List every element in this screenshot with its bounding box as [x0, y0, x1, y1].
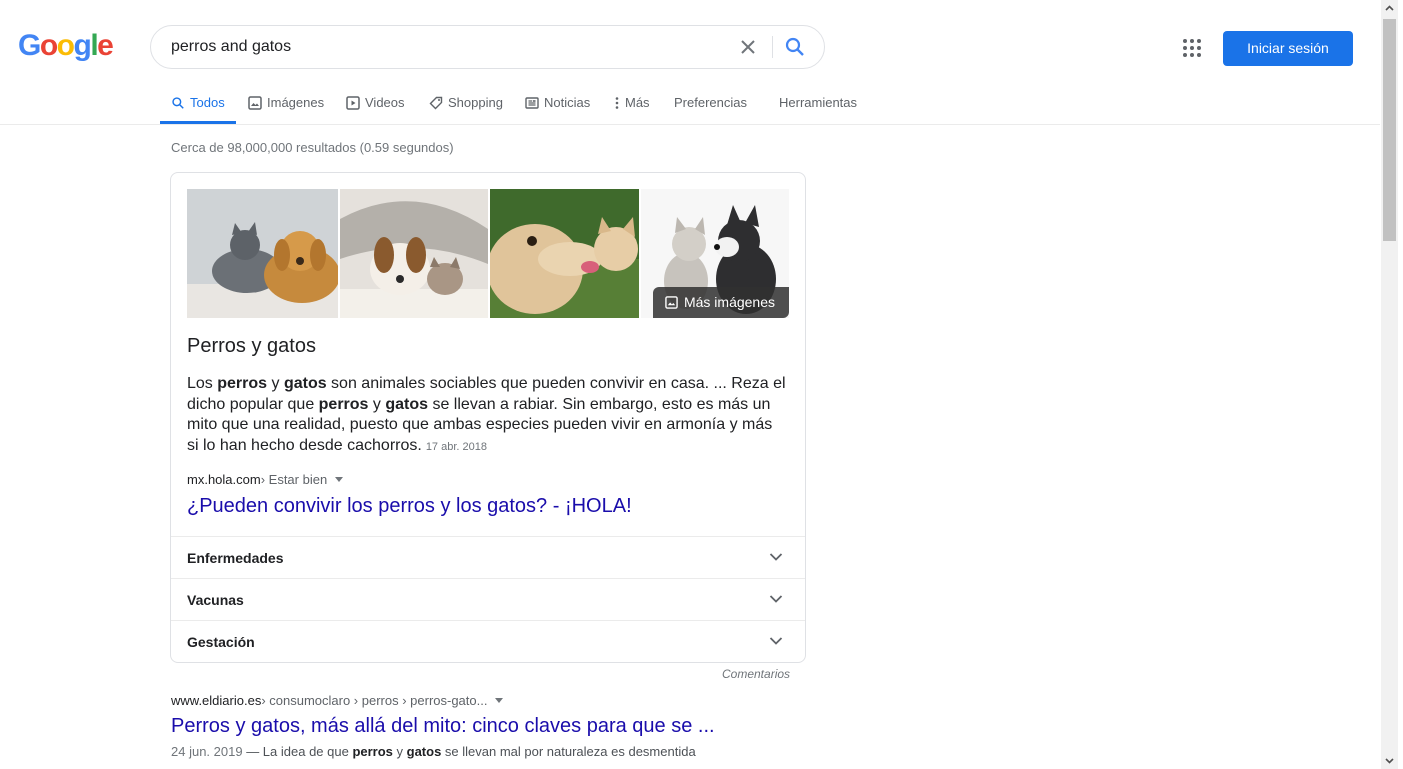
tab-label: Videos	[365, 95, 405, 110]
cite-path: › Estar bien	[260, 472, 328, 487]
accordion-enfermedades[interactable]: Enfermedades	[171, 536, 805, 578]
tab-label: Imágenes	[267, 95, 325, 110]
tab-label: Shopping	[448, 95, 503, 110]
logo-letter: l	[90, 29, 98, 62]
thumbnail-cat-and-dog-1[interactable]	[187, 189, 338, 318]
result-2-title-link[interactable]: Perros y gatos, más allá del mito: cinco…	[171, 715, 715, 738]
accordion-gestacion[interactable]: Gestación	[171, 620, 805, 662]
search-box	[150, 25, 825, 69]
play-icon	[346, 96, 360, 110]
tab-herramientas[interactable]: Herramientas	[779, 82, 857, 124]
logo-letter: e	[97, 29, 114, 62]
cite-menu-caret-icon[interactable]	[335, 477, 344, 482]
featured-result-link[interactable]: ¿Pueden convivir los perros y los gatos?…	[187, 495, 632, 518]
snippet-bold: gatos	[406, 744, 442, 759]
arrow-up-icon	[1385, 5, 1394, 11]
chevron-down-icon	[769, 595, 783, 603]
cite-path: › consumoclaro › perros › perros-gato...	[261, 693, 488, 708]
result-2-snippet: 24 jun. 2019 — La idea de que perros y g…	[171, 744, 696, 759]
logo-letter: G	[18, 29, 41, 62]
tab-label: Preferencias	[674, 95, 747, 110]
active-tab-indicator	[160, 121, 236, 124]
close-icon	[741, 40, 755, 54]
page-scrollbar[interactable]	[1381, 0, 1398, 769]
logo-letter: o	[56, 29, 75, 62]
accordion-vacunas[interactable]: Vacunas	[171, 578, 805, 620]
tab-preferencias[interactable]: Preferencias	[674, 82, 747, 124]
arrow-down-icon	[1385, 758, 1394, 764]
result-date: 24 jun. 2019	[171, 744, 243, 759]
feedback-link[interactable]: Comentarios	[722, 667, 790, 681]
snippet-date: 17 abr. 2018	[425, 440, 487, 453]
snippet-part: y	[368, 395, 386, 413]
more-images-label: Más imágenes	[683, 294, 775, 310]
image-icon	[248, 96, 262, 110]
google-apps-button[interactable]	[1181, 37, 1203, 59]
tab-noticias[interactable]: Noticias	[525, 82, 590, 124]
snippet-bold: perros	[352, 744, 393, 759]
search-icon	[172, 97, 184, 109]
tab-imagenes[interactable]: Imágenes	[248, 82, 324, 124]
tab-todos[interactable]: Todos	[171, 82, 225, 124]
signin-button[interactable]: Iniciar sesión	[1223, 31, 1353, 66]
logo-letter: o	[39, 29, 58, 62]
chevron-down-icon	[769, 637, 783, 645]
clear-button[interactable]	[736, 35, 760, 59]
search-icon	[785, 37, 804, 56]
snippet-bold: gatos	[283, 375, 327, 392]
search-button[interactable]	[783, 35, 807, 59]
news-icon	[525, 97, 539, 109]
scrollbar-thumb[interactable]	[1383, 19, 1396, 241]
tab-mas[interactable]: Más	[614, 82, 650, 124]
result-stats: Cerca de 98,000,000 resultados (0.59 seg…	[171, 140, 454, 155]
cite-domain: mx.hola.com	[187, 472, 261, 487]
apps-grid-icon	[1183, 39, 1201, 57]
thumbnail-cat-and-dog-4[interactable]: Más imágenes	[641, 189, 789, 318]
scroll-down-button[interactable]	[1381, 752, 1398, 769]
accordion-label: Enfermedades	[187, 550, 284, 566]
snippet-bold: gatos	[385, 395, 429, 413]
snippet-part: Los	[187, 375, 218, 392]
thumbnail-cat-and-dog-3[interactable]	[490, 189, 639, 318]
more-vert-icon	[615, 97, 619, 109]
image-icon	[665, 296, 678, 309]
cite-menu-caret-icon[interactable]	[495, 698, 504, 703]
thumbnail-cat-and-dog-2[interactable]	[340, 189, 488, 318]
tab-label: Noticias	[544, 95, 591, 110]
search-divider	[772, 36, 773, 58]
search-input[interactable]	[171, 26, 731, 68]
snippet-part: se llevan mal por naturaleza es desmenti…	[441, 744, 696, 759]
logo-letter: g	[73, 29, 92, 62]
snippet-part: y	[392, 744, 407, 759]
tab-label: Herramientas	[779, 95, 858, 110]
accordion-label: Vacunas	[187, 592, 244, 608]
cite-domain: www.eldiario.es	[171, 693, 262, 708]
featured-cite: mx.hola.com › Estar bien	[187, 472, 344, 487]
search-tabs: Todos Imágenes Videos Shopping Noticias …	[0, 82, 1380, 125]
featured-title: Perros y gatos	[187, 335, 316, 357]
snippet-bold: perros	[217, 375, 268, 392]
tab-shopping[interactable]: Shopping	[429, 82, 503, 124]
accordion-label: Gestación	[187, 634, 255, 650]
featured-snippet-text: Los perros y gatos son animales sociable…	[187, 374, 787, 457]
snippet-part: y	[267, 375, 284, 392]
more-images-button[interactable]: Más imágenes	[652, 287, 789, 318]
snippet-part: — La idea de que	[242, 744, 353, 759]
snippet-bold: perros	[318, 395, 369, 413]
featured-snippet-card: Más imágenes Perros y gatos Los perros y…	[170, 172, 806, 663]
result-2-cite: www.eldiario.es › consumoclaro › perros …	[171, 693, 504, 708]
tag-icon	[429, 96, 443, 110]
google-logo[interactable]: Google	[18, 29, 114, 63]
tab-videos[interactable]: Videos	[346, 82, 405, 124]
tab-label: Más	[625, 95, 650, 110]
chevron-down-icon	[769, 553, 783, 561]
tab-label: Todos	[190, 95, 225, 110]
scroll-up-button[interactable]	[1381, 0, 1398, 17]
image-strip: Más imágenes	[187, 189, 789, 318]
